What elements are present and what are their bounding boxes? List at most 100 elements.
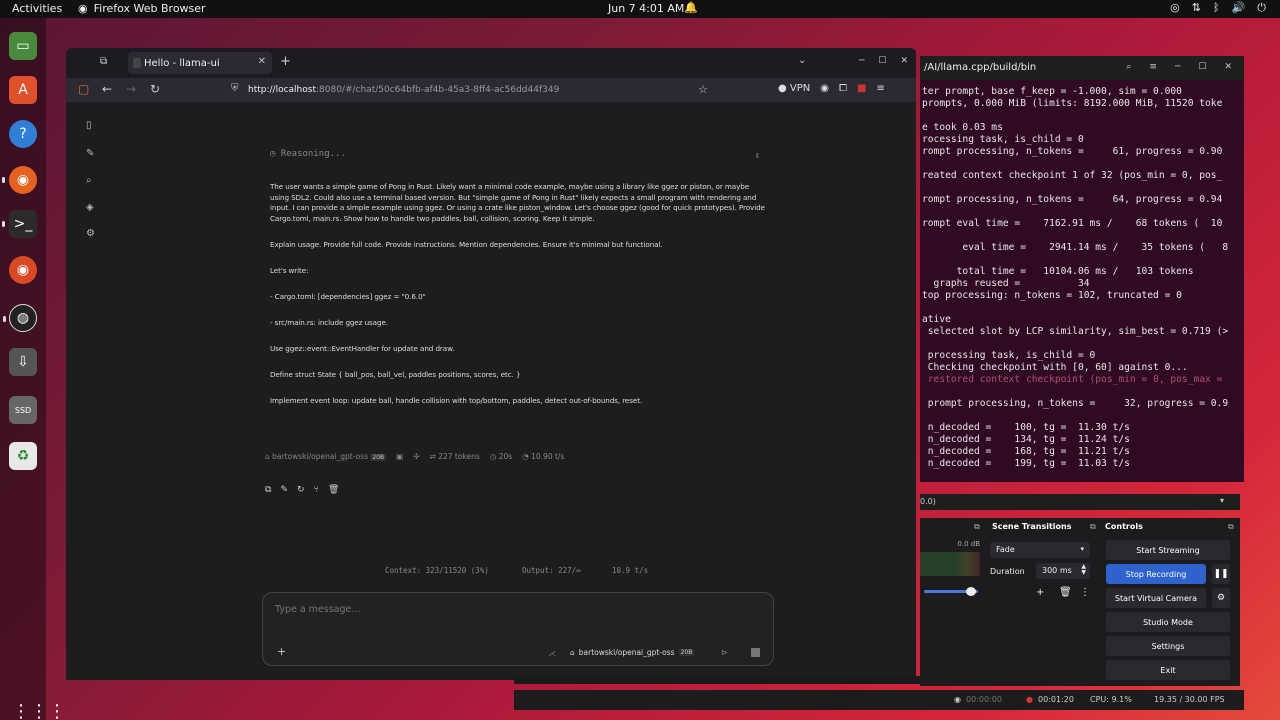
- files-icon[interactable]: ▭: [9, 32, 37, 60]
- chevron-down-icon: ▾: [1080, 545, 1084, 553]
- toggle-sidebar-icon[interactable]: ▯: [86, 120, 92, 131]
- power-icon[interactable]: ⏻: [1257, 1, 1266, 15]
- new-chat-icon[interactable]: ✎: [86, 148, 94, 159]
- stop-icon[interactable]: [751, 648, 760, 657]
- model-size-badge: 20B: [370, 454, 387, 461]
- stop-recording-button[interactable]: Stop Recording: [1106, 564, 1206, 584]
- menu-icon[interactable]: ≡: [1149, 62, 1157, 72]
- start-streaming-button[interactable]: Start Streaming: [1106, 540, 1230, 560]
- show-apps-icon[interactable]: ⋮⋮⋮: [12, 701, 66, 720]
- close-icon[interactable]: ✕: [1224, 62, 1232, 72]
- start-virtual-camera-button[interactable]: Start Virtual Camera: [1106, 588, 1206, 608]
- spin-arrows-icon[interactable]: ▲ ▼: [1081, 564, 1086, 576]
- close-tab-icon[interactable]: ✕: [258, 56, 266, 67]
- chevron-up-down-icon[interactable]: ⇕: [755, 151, 760, 161]
- help-icon[interactable]: ?: [9, 120, 37, 148]
- tools-icon[interactable]: ⋌: [548, 649, 556, 658]
- maximize-icon[interactable]: ☐: [878, 56, 886, 66]
- close-icon[interactable]: ✕: [900, 56, 908, 66]
- pause-recording-icon[interactable]: ❚❚: [1212, 564, 1230, 584]
- minimize-icon[interactable]: ─: [1175, 62, 1180, 72]
- search-icon[interactable]: ⌕: [1126, 62, 1131, 72]
- app-menu[interactable]: ◉ Firefox Web Browser: [78, 2, 206, 15]
- duration-label: Duration: [990, 567, 1025, 576]
- duration-value: 300 ms: [1042, 566, 1072, 575]
- virtual-camera-settings-icon[interactable]: ⚙: [1212, 588, 1230, 608]
- transition-select[interactable]: Fade ▾: [990, 542, 1090, 558]
- search-icon[interactable]: ⌕: [86, 175, 92, 186]
- app-center-icon[interactable]: A: [9, 76, 37, 104]
- terminal-line: processing task, is_child = 0: [922, 350, 1096, 361]
- activities-button[interactable]: Activities: [12, 2, 62, 15]
- new-tab-button[interactable]: +: [280, 54, 291, 69]
- dock-float-icon[interactable]: ⧉: [974, 522, 980, 532]
- tab-hello-llama-ui[interactable]: Hello - llama-ui ✕: [128, 52, 272, 74]
- dock: ▭ A ? ◉ >_ ◉ ◍ ⇩ SSD ♻ ⋮⋮⋮: [0, 18, 66, 720]
- vpn-button[interactable]: ● VPN: [778, 83, 810, 94]
- network-icon[interactable]: ⇅: [1192, 1, 1201, 15]
- view-icon[interactable]: ▣: [396, 452, 403, 461]
- bell-icon: 🔔: [684, 1, 698, 14]
- studio-mode-button[interactable]: Studio Mode: [1106, 612, 1230, 632]
- reasoning-paragraph: - Cargo.toml: [dependencies] ggez = "0.6…: [270, 291, 426, 301]
- settings-button[interactable]: Settings: [1106, 636, 1230, 656]
- system-tray[interactable]: ◎ ⇅ ᛒ 🔊 ⏻: [1170, 1, 1266, 15]
- chrome-icon[interactable]: ◎: [1170, 1, 1180, 15]
- chevron-down-icon[interactable]: ▾: [1220, 496, 1224, 505]
- usb-drive-icon[interactable]: ⇩: [9, 348, 37, 376]
- sidebar-icon[interactable]: ▢: [78, 82, 89, 96]
- reload-icon[interactable]: ↻: [150, 82, 160, 96]
- edit-icon[interactable]: ✎: [280, 485, 288, 495]
- stream-status-icon: ◉: [954, 695, 961, 704]
- add-attachment-icon[interactable]: +: [277, 645, 286, 658]
- account-icon[interactable]: ◉: [820, 83, 829, 94]
- ublock-icon[interactable]: ■: [857, 83, 866, 94]
- trash-icon[interactable]: ♻: [9, 442, 37, 470]
- terminal-line: top processing: n_tokens = 102, truncate…: [922, 290, 1182, 301]
- transition-menu-icon[interactable]: ⋮: [1080, 587, 1090, 598]
- send-icon[interactable]: ⊳: [721, 648, 728, 657]
- model-info[interactable]: ⌂ bartowski/openai_gpt-oss 20B: [265, 452, 387, 461]
- menu-icon[interactable]: ≡: [876, 83, 884, 94]
- output-usage: Output: 227/∞: [522, 566, 581, 575]
- duration-input[interactable]: 300 ms ▲ ▼: [1036, 563, 1090, 579]
- reasoning-header[interactable]: ◷ Reasoning... ⇕: [270, 149, 760, 167]
- site-info-icon[interactable]: ⛨: [231, 83, 239, 94]
- url-bar[interactable]: ⛨ http://localhost :8080/#/chat/50c64bfb…: [224, 80, 716, 100]
- bookmark-star-icon[interactable]: ☆: [698, 83, 708, 96]
- copy-icon[interactable]: ⧉: [265, 485, 271, 495]
- delete-icon[interactable]: 🗑: [328, 485, 339, 495]
- extensions-icon[interactable]: ⧠: [839, 83, 847, 94]
- minimize-icon[interactable]: ─: [859, 56, 864, 66]
- bluetooth-icon[interactable]: ᛒ: [1213, 1, 1220, 15]
- clock[interactable]: Jun 7 4:01 AM: [608, 2, 684, 15]
- branch-icon[interactable]: ⑂: [314, 485, 319, 495]
- settings-gear-icon[interactable]: ⚙: [86, 228, 95, 239]
- regenerate-icon[interactable]: ↻: [297, 485, 305, 495]
- volume-icon[interactable]: 🔊: [1232, 1, 1246, 15]
- dock-float-icon[interactable]: ⧉: [1090, 522, 1096, 532]
- maximize-icon[interactable]: ☐: [1198, 62, 1206, 72]
- volume-slider-handle[interactable]: [966, 587, 976, 596]
- exit-button[interactable]: Exit: [1106, 660, 1230, 680]
- sidebar-toggle-icon[interactable]: ⧉: [100, 56, 107, 67]
- mcp-icon[interactable]: ◈: [86, 202, 94, 213]
- terminal-icon[interactable]: >_: [2, 210, 37, 238]
- firefox-nightly-icon[interactable]: ◉: [9, 256, 37, 284]
- ssd-drive-icon[interactable]: SSD: [9, 396, 37, 424]
- remove-transition-icon[interactable]: 🗑: [1059, 587, 1072, 598]
- model-selector[interactable]: ⌂ bartowski/openai_gpt-oss 20B: [570, 648, 695, 657]
- dock-float-icon[interactable]: ⧉: [1228, 522, 1234, 532]
- back-icon[interactable]: ←: [102, 82, 112, 96]
- obs-icon[interactable]: ◍: [3, 304, 37, 332]
- terminal-line: total time = 10104.06 ms / 103 tokens: [922, 266, 1194, 277]
- firefox-icon[interactable]: ◉: [2, 166, 37, 194]
- stats-icon[interactable]: ✣: [413, 452, 419, 461]
- add-transition-icon[interactable]: +: [1036, 587, 1044, 598]
- terminal-output[interactable]: ter prompt, base f_keep = -1.000, sim = …: [922, 86, 1228, 470]
- forward-icon[interactable]: →: [126, 82, 136, 96]
- chat-sidebar-rail: ▯ ✎ ⌕ ◈ ⚙: [66, 104, 114, 680]
- message-input[interactable]: [275, 601, 745, 617]
- tab-list-chevron-icon[interactable]: ⌄: [798, 55, 806, 66]
